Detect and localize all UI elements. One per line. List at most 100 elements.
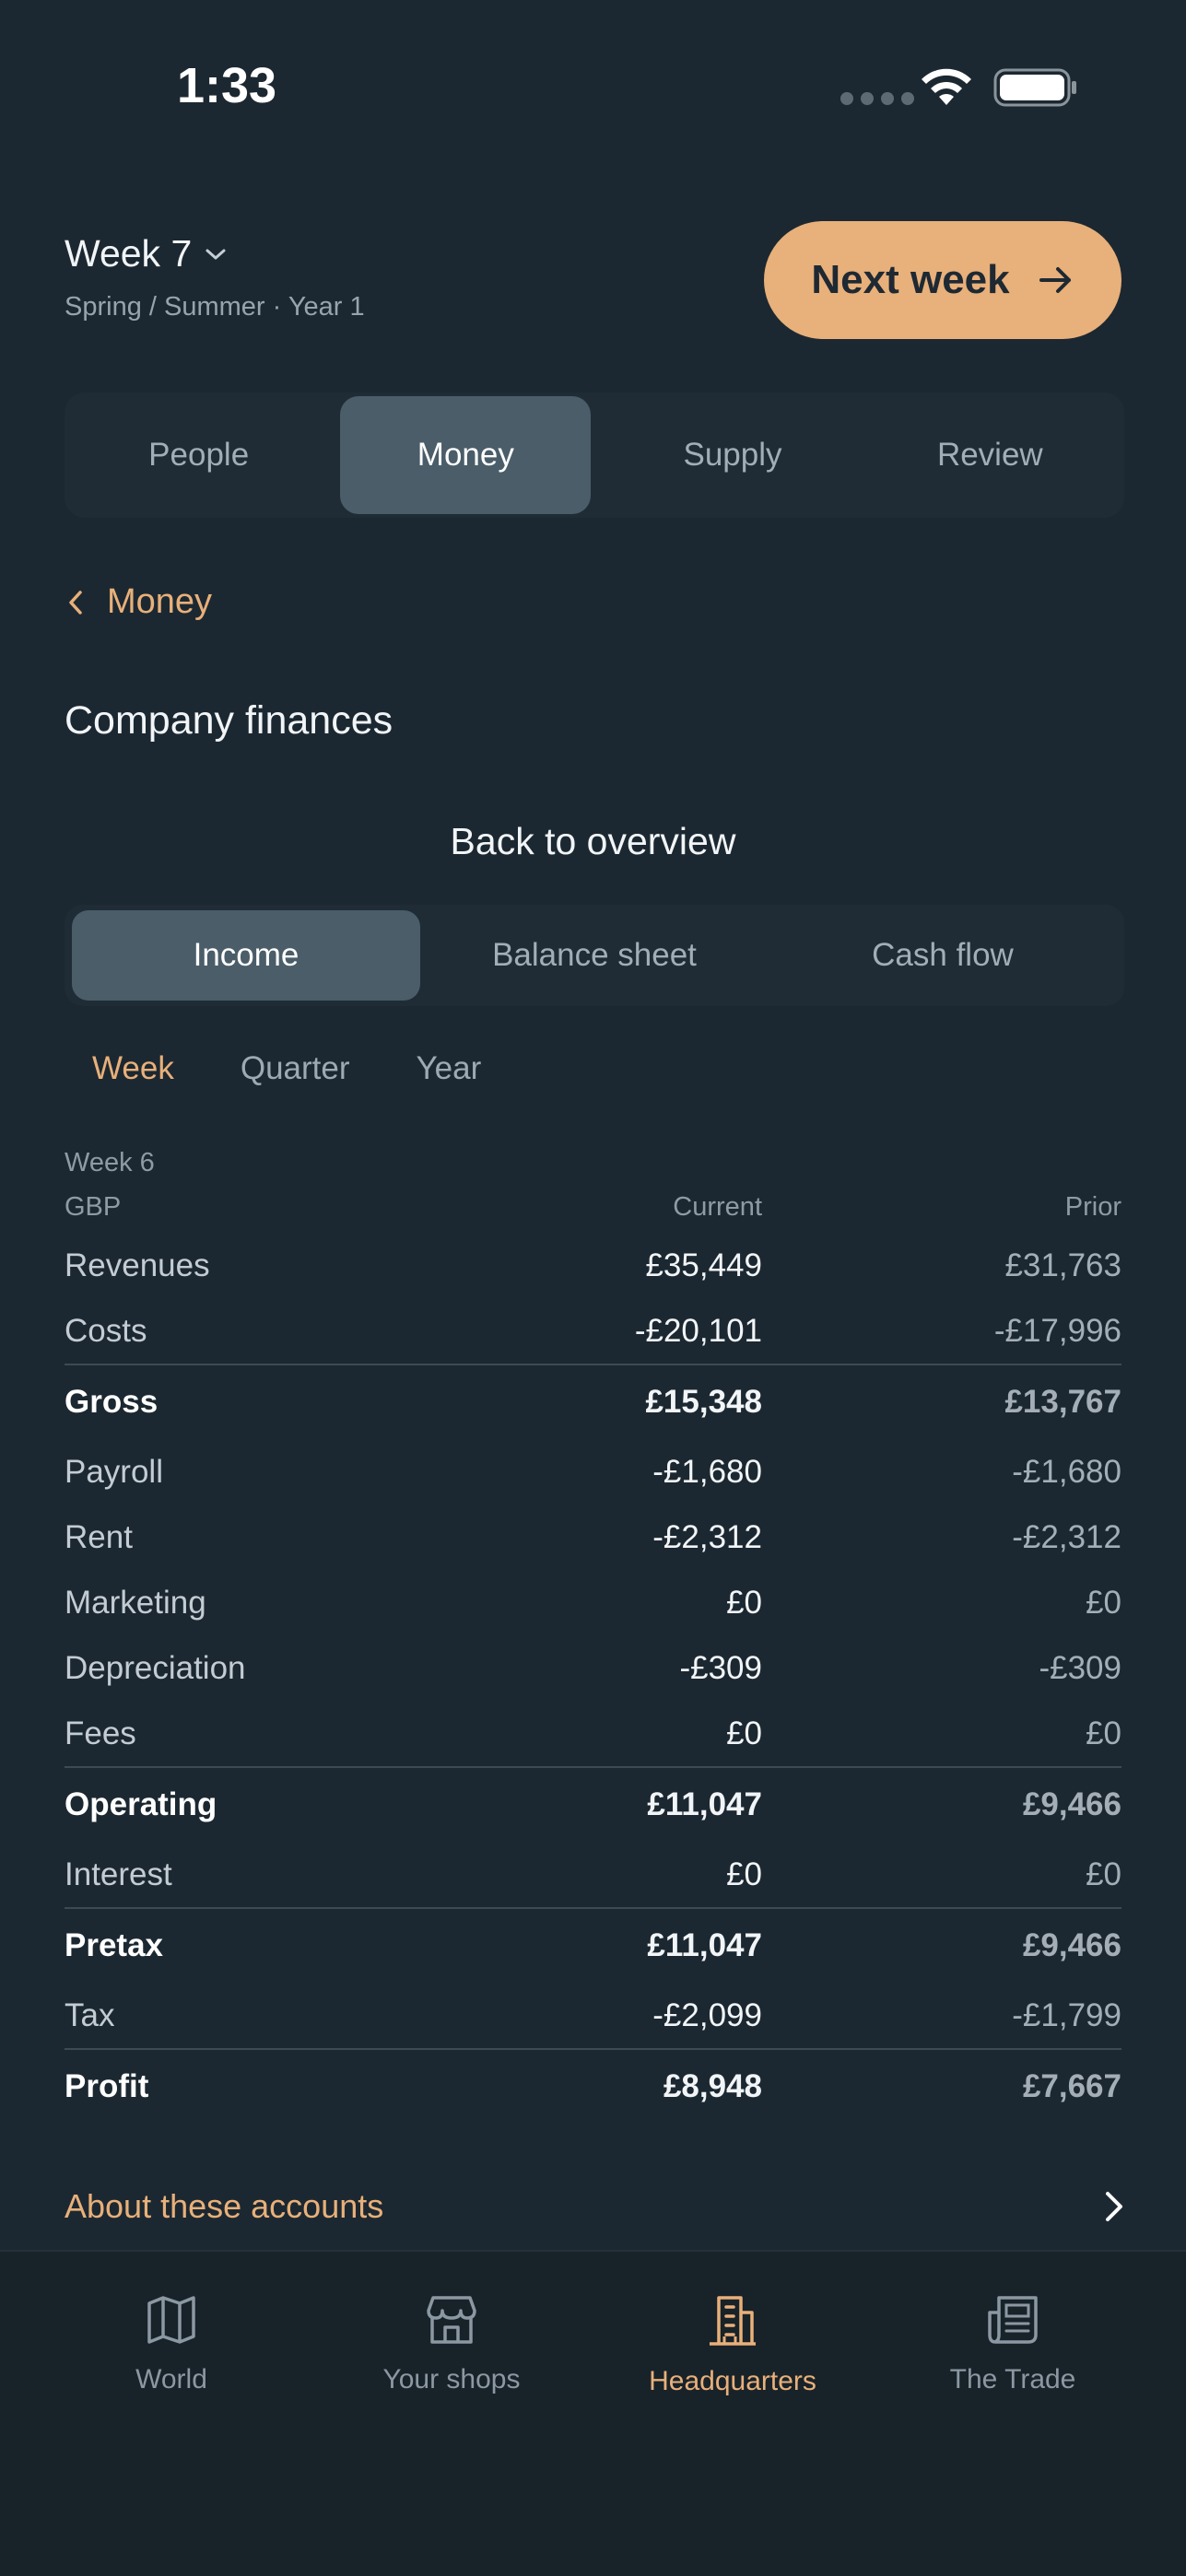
chevron-right-icon — [1106, 2192, 1122, 2221]
table-row-rent: Rent -£2,312 -£2,312 — [65, 1505, 1121, 1570]
wifi-icon — [922, 68, 971, 105]
table-row-profit: Profit £8,948 £7,667 — [65, 2050, 1121, 2124]
row-prior: £0 — [1086, 1856, 1121, 1892]
page-title: Company finances — [65, 698, 393, 743]
table-row-operating: Operating £11,047 £9,466 — [65, 1768, 1121, 1842]
tab-review[interactable]: Review — [862, 396, 1119, 514]
next-week-button[interactable]: Next week — [764, 221, 1121, 339]
row-prior: -£309 — [1039, 1649, 1121, 1686]
table-row-marketing: Marketing £0 £0 — [65, 1570, 1121, 1635]
tab-cash-flow[interactable]: Cash flow — [769, 910, 1117, 1001]
row-current: -£309 — [679, 1649, 762, 1686]
row-current: £0 — [726, 1715, 762, 1751]
main-tab-bar: People Money Supply Review — [65, 392, 1124, 518]
row-current: £11,047 — [647, 1927, 762, 1963]
table-row-revenues: Revenues £35,449 £31,763 — [65, 1233, 1121, 1298]
nav-label: World — [135, 2364, 207, 2395]
back-to-overview-button[interactable]: Back to overview — [0, 820, 1186, 863]
season-label: Spring / Summer · Year 1 — [65, 292, 365, 322]
about-accounts-label: About these accounts — [65, 2187, 384, 2225]
row-label: Fees — [65, 1715, 136, 1751]
tab-balance-sheet[interactable]: Balance sheet — [420, 910, 769, 1001]
nav-label: Your shops — [382, 2364, 521, 2395]
back-to-money-link[interactable]: Money — [68, 582, 212, 622]
week-title: Week 7 — [65, 232, 193, 275]
tab-quarter[interactable]: Quarter — [241, 1050, 350, 1087]
row-label: Rent — [65, 1518, 133, 1555]
next-week-label: Next week — [811, 257, 1010, 302]
back-link-label: Money — [107, 582, 213, 621]
tab-supply[interactable]: Supply — [604, 396, 861, 514]
row-label: Pretax — [65, 1927, 164, 1963]
tab-people[interactable]: People — [70, 396, 327, 514]
row-label: Payroll — [65, 1453, 163, 1490]
table-row-gross: Gross £15,348 £13,767 — [65, 1365, 1121, 1439]
table-row-depreciation: Depreciation -£309 -£309 — [65, 1635, 1121, 1701]
table-row-fees: Fees £0 £0 — [65, 1701, 1121, 1766]
table-row-pretax: Pretax £11,047 £9,466 — [65, 1909, 1121, 1983]
row-current: -£2,312 — [652, 1518, 762, 1555]
row-prior: £31,763 — [1004, 1247, 1121, 1283]
row-label: Costs — [65, 1312, 147, 1349]
row-label: Marketing — [65, 1584, 206, 1621]
building-icon — [710, 2296, 756, 2346]
row-current: -£1,680 — [652, 1453, 762, 1490]
tab-money[interactable]: Money — [340, 396, 592, 514]
row-current: -£2,099 — [652, 1996, 762, 2033]
nav-item-world[interactable]: World — [33, 2292, 310, 2395]
nav-item-the-trade[interactable]: The Trade — [875, 2292, 1151, 2395]
row-prior: £7,667 — [1022, 2068, 1121, 2104]
nav-item-your-shops[interactable]: Your shops — [313, 2292, 590, 2395]
prior-column-header: Prior — [1064, 1191, 1121, 1222]
row-prior: -£1,680 — [1012, 1453, 1121, 1490]
week-selector[interactable]: Week 7 — [65, 232, 365, 275]
chevron-left-icon — [69, 590, 82, 615]
status-time: 1:33 — [177, 58, 277, 113]
period-tab-bar: Week Quarter Year — [92, 1050, 481, 1087]
table-header-row: GBP Current Prior — [65, 1188, 1121, 1225]
row-current: £0 — [726, 1856, 762, 1892]
row-label: Operating — [65, 1786, 217, 1822]
week-header: Week 7 Spring / Summer · Year 1 — [65, 232, 365, 322]
row-prior: -£17,996 — [993, 1312, 1121, 1349]
income-statement-table: GBP Current Prior Revenues £35,449 £31,7… — [65, 1188, 1121, 2124]
bottom-nav: World Your shops Headquarters The Trade — [0, 2250, 1186, 2576]
row-current: £11,047 — [647, 1786, 762, 1822]
row-label: Interest — [65, 1856, 172, 1892]
row-prior: £9,466 — [1022, 1786, 1121, 1822]
row-label: Revenues — [65, 1247, 210, 1283]
newspaper-icon — [988, 2296, 1038, 2344]
table-row-interest: Interest £0 £0 — [65, 1842, 1121, 1907]
nav-label: The Trade — [949, 2364, 1076, 2395]
table-row-costs: Costs -£20,101 -£17,996 — [65, 1298, 1121, 1364]
row-current: £8,948 — [663, 2068, 762, 2104]
row-label: Gross — [65, 1384, 159, 1420]
map-icon — [147, 2296, 195, 2344]
row-prior: -£1,799 — [1012, 1996, 1121, 2033]
finance-tab-bar: Income Balance sheet Cash flow — [65, 905, 1124, 1006]
battery-icon — [993, 68, 1076, 107]
row-current: £0 — [726, 1584, 762, 1621]
row-current: £35,449 — [645, 1247, 762, 1283]
table-row-payroll: Payroll -£1,680 -£1,680 — [65, 1439, 1121, 1505]
arrow-right-icon — [1039, 267, 1071, 293]
row-prior: -£2,312 — [1012, 1518, 1121, 1555]
nav-label: Headquarters — [649, 2366, 816, 2396]
row-prior: £9,466 — [1022, 1927, 1121, 1963]
row-label: Tax — [65, 1996, 115, 2033]
about-accounts-link[interactable]: About these accounts — [65, 2187, 1124, 2226]
status-bar: 1:33 — [0, 0, 1186, 175]
row-current: -£20,101 — [634, 1312, 762, 1349]
row-label: Depreciation — [65, 1649, 246, 1686]
tab-income[interactable]: Income — [72, 910, 420, 1001]
statement-period-label: Week 6 — [65, 1148, 155, 1177]
tab-year[interactable]: Year — [417, 1050, 482, 1087]
shop-icon — [427, 2296, 476, 2344]
chevron-down-icon — [205, 249, 226, 259]
tab-week[interactable]: Week — [92, 1050, 174, 1087]
row-label: Profit — [65, 2068, 149, 2104]
row-prior: £0 — [1086, 1715, 1121, 1751]
nav-item-headquarters[interactable]: Headquarters — [594, 2292, 871, 2397]
signal-icon — [840, 92, 914, 105]
current-column-header: Current — [673, 1191, 762, 1222]
